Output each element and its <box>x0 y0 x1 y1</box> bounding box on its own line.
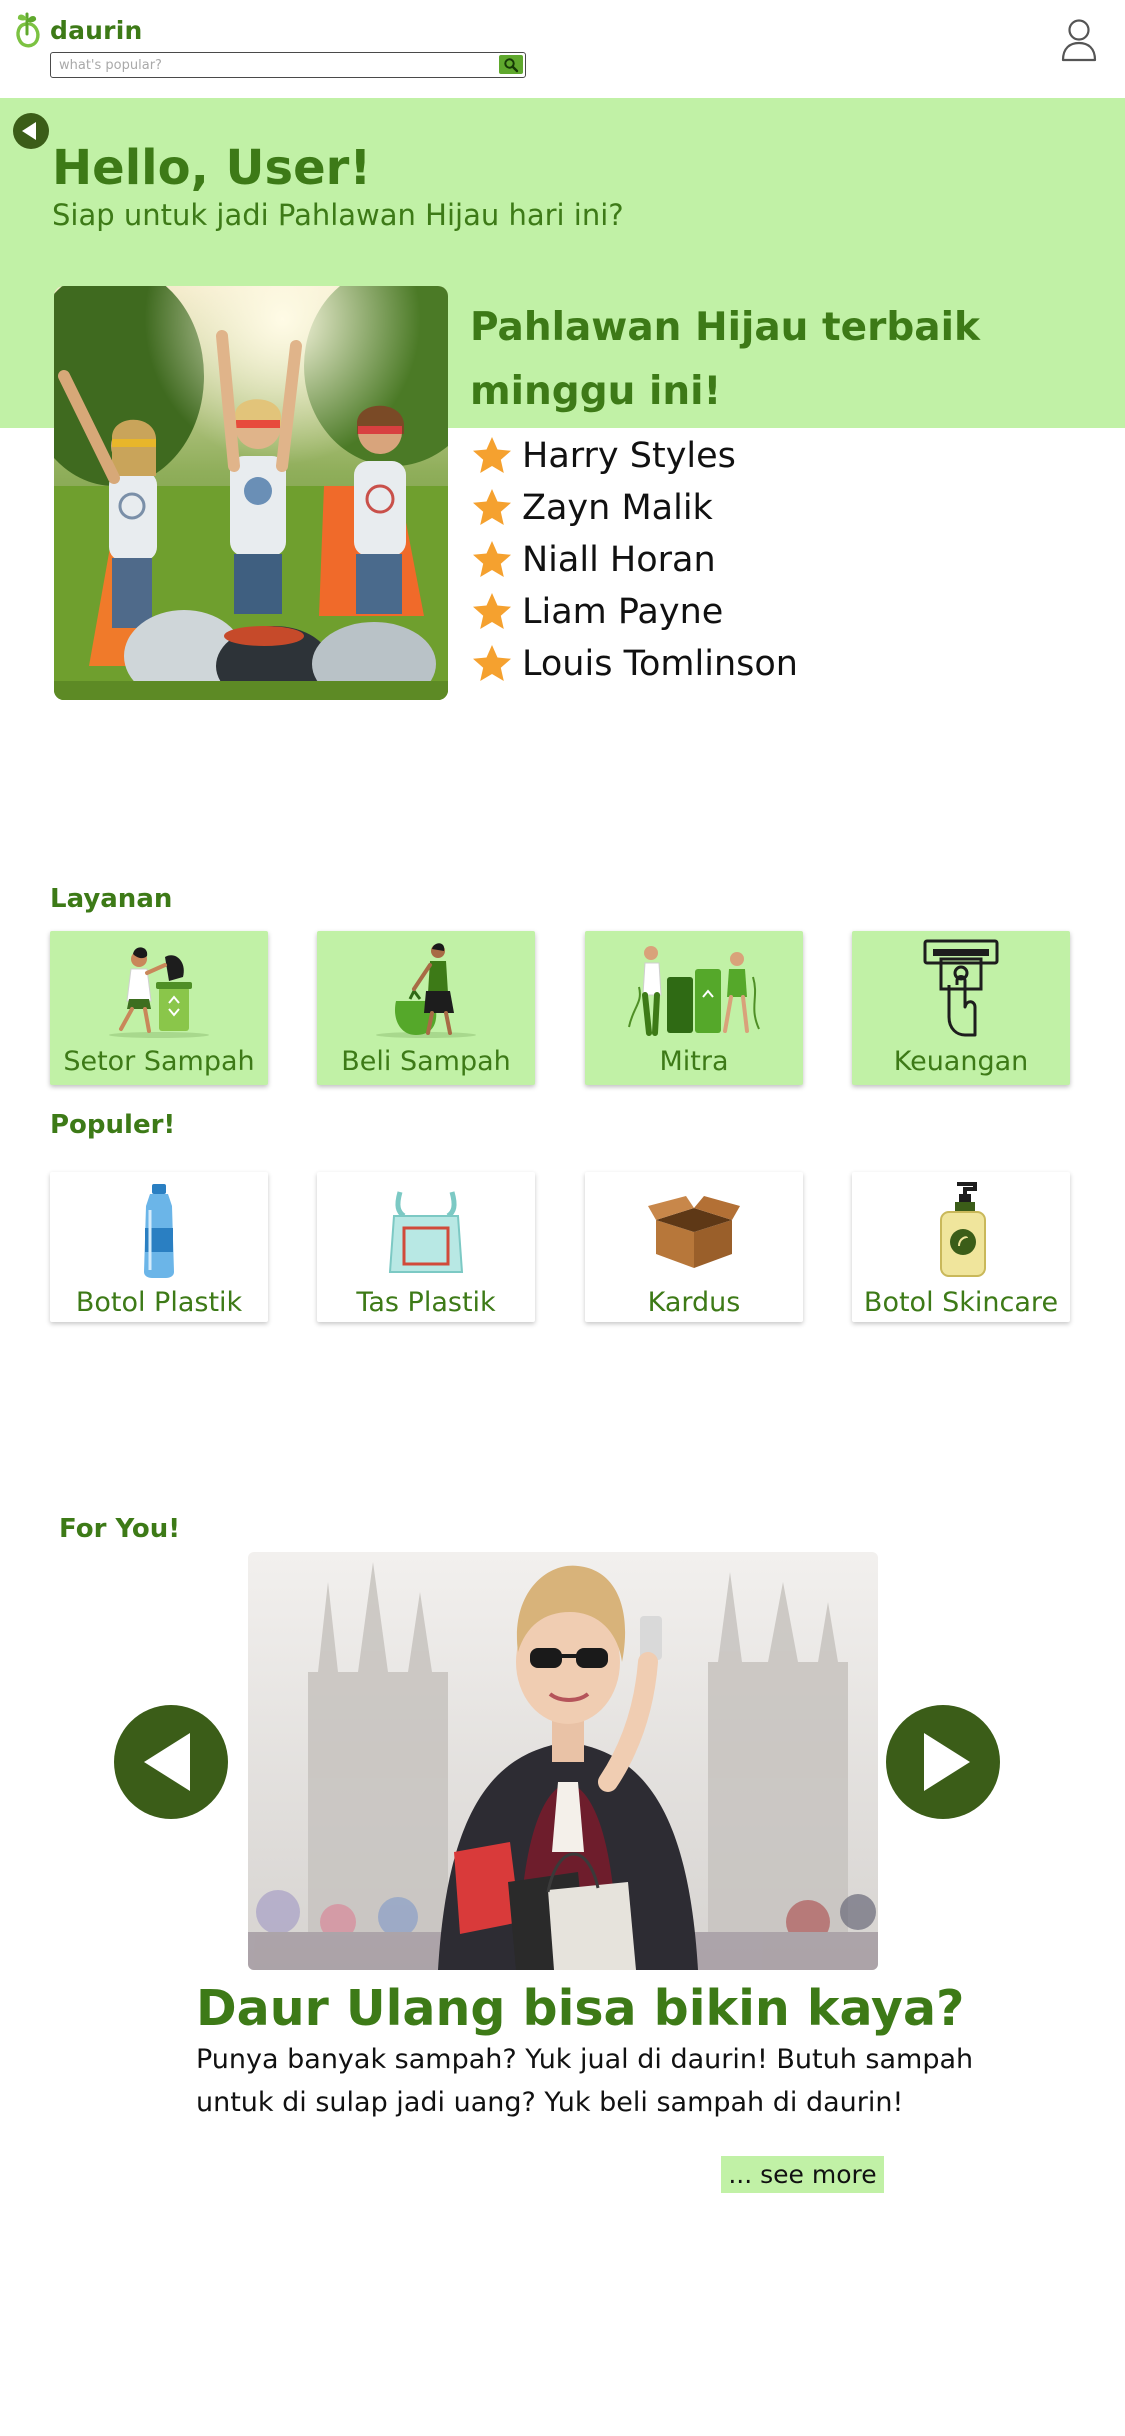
service-label: Beli Sampah <box>341 1046 511 1077</box>
app-name: daurin <box>50 15 143 45</box>
popular-botol-plastik[interactable]: Botol Plastik <box>50 1172 268 1322</box>
service-label: Mitra <box>659 1046 729 1077</box>
popular-label: Tas Plastik <box>356 1287 496 1318</box>
leaderboard-list: Harry Styles Zayn Malik Niall Horan Liam… <box>470 430 798 690</box>
for-you-title: For You! <box>59 1514 181 1544</box>
app-logo[interactable]: daurin <box>12 10 142 50</box>
leader-name: Louis Tomlinson <box>522 644 798 684</box>
leaderboard-item: Louis Tomlinson <box>470 638 798 690</box>
popular-title: Populer! <box>50 1110 176 1140</box>
see-more-button[interactable]: ... see more <box>721 2156 884 2193</box>
deposit-trash-illustration <box>109 947 209 1038</box>
popular-botol-skincare[interactable]: Botol Skincare <box>852 1172 1070 1322</box>
star-icon <box>473 593 511 629</box>
leaderboard-item: Niall Horan <box>470 534 798 586</box>
services-title: Layanan <box>50 884 173 914</box>
greeting-heading: Hello, User! <box>52 140 372 196</box>
star-icon <box>473 645 511 681</box>
arrow-left-icon <box>144 1733 190 1791</box>
article-title: Daur Ulang bisa bikin kaya? <box>196 1980 965 2037</box>
search-bar[interactable] <box>50 52 526 78</box>
star-icon <box>473 437 511 473</box>
atm-money-icon <box>923 939 999 1037</box>
carousel-prev-button[interactable] <box>114 1705 228 1819</box>
arrow-right-icon <box>924 1733 970 1791</box>
skincare-bottle-icon <box>940 1182 986 1277</box>
popular-tas-plastik[interactable]: Tas Plastik <box>317 1172 535 1322</box>
article-body: Punya banyak sampah? Yuk jual di daurin!… <box>196 2044 974 2118</box>
greeting-subtitle: Siap untuk jadi Pahlawan Hijau hari ini? <box>52 198 624 232</box>
leaderboard-title: Pahlawan Hijau terbaik minggu ini! <box>470 305 980 414</box>
leader-name: Liam Payne <box>522 592 724 632</box>
plastic-bottle-icon <box>144 1184 174 1278</box>
top-header: daurin <box>0 0 1125 96</box>
cardboard-box-icon <box>648 1196 740 1268</box>
back-arrow-icon[interactable] <box>12 112 50 150</box>
popular-label: Botol Skincare <box>863 1287 1059 1318</box>
leaderboard-item: Zayn Malik <box>470 482 798 534</box>
for-you-carousel-image[interactable] <box>248 1552 878 1970</box>
service-setor-sampah[interactable]: Setor Sampah <box>50 931 268 1085</box>
star-icon <box>473 541 511 577</box>
service-keuangan[interactable]: Keuangan <box>852 931 1070 1085</box>
search-input[interactable] <box>59 55 489 75</box>
leader-name: Niall Horan <box>522 540 716 580</box>
plastic-bag-icon <box>388 1191 464 1273</box>
leaderboard-item: Harry Styles <box>470 430 798 482</box>
partner-illustration <box>628 946 760 1036</box>
buy-trash-illustration <box>376 943 476 1038</box>
sprout-logo-icon <box>16 12 40 48</box>
leaderboard-item: Liam Payne <box>470 586 798 638</box>
service-label: Setor Sampah <box>63 1046 255 1077</box>
service-mitra[interactable]: Mitra <box>585 931 803 1085</box>
carousel-next-button[interactable] <box>886 1705 1000 1819</box>
leader-name: Zayn Malik <box>522 488 713 528</box>
star-icon <box>473 489 511 525</box>
search-button[interactable] <box>499 55 523 74</box>
service-beli-sampah[interactable]: Beli Sampah <box>317 931 535 1085</box>
user-profile-icon[interactable] <box>1060 18 1098 62</box>
popular-label: Kardus <box>647 1287 741 1318</box>
service-label: Keuangan <box>893 1046 1029 1077</box>
green-heroes-photo <box>54 286 448 700</box>
popular-kardus[interactable]: Kardus <box>585 1172 803 1322</box>
leader-name: Harry Styles <box>522 436 736 476</box>
popular-label: Botol Plastik <box>75 1287 243 1318</box>
search-icon <box>504 57 519 72</box>
